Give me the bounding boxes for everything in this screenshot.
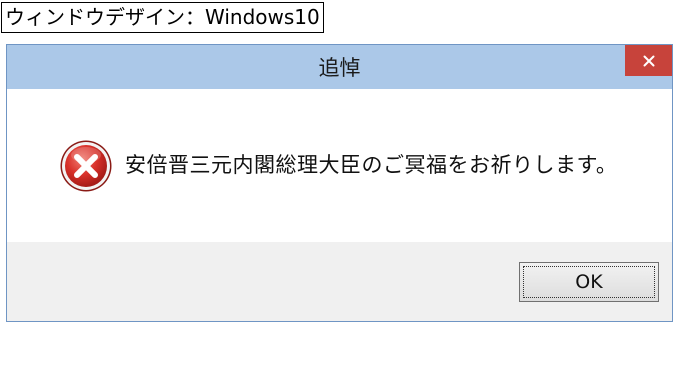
close-button[interactable] (625, 45, 672, 76)
ok-button[interactable]: OK (519, 262, 659, 302)
page: ウィンドウデザイン：Windows10 追悼 安倍晋三元内閣総理大臣のご冥福をお… (0, 0, 680, 368)
dialog-content: 安倍晋三元内閣総理大臣のご冥福をお祈りします。 (7, 89, 672, 242)
error-icon (60, 140, 112, 192)
window-title: 追悼 (318, 56, 361, 80)
title-bar: 追悼 (7, 45, 672, 89)
ok-button-label: OK (575, 271, 603, 293)
design-caption: ウィンドウデザイン：Windows10 (1, 2, 324, 33)
dialog-message: 安倍晋三元内閣総理大臣のご冥福をお祈りします。 (125, 153, 618, 177)
message-dialog: 追悼 安倍晋三元内閣総理大臣のご冥福をお祈りします。 OK (6, 44, 673, 322)
dialog-footer: OK (7, 242, 672, 321)
close-icon (643, 55, 654, 66)
